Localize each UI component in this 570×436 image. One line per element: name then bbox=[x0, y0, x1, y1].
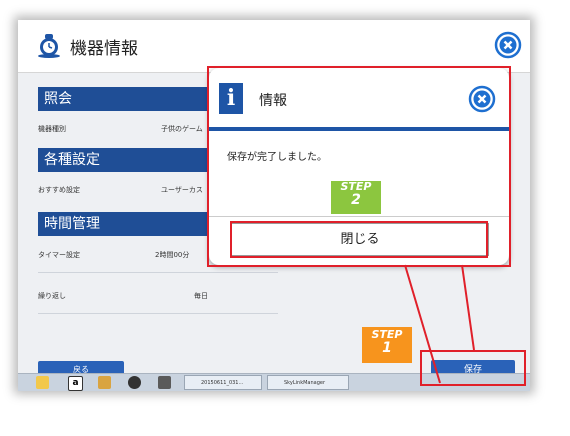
save-button-highlight-box bbox=[420, 350, 526, 386]
step1-number: 1 bbox=[382, 340, 392, 356]
step1-label: STEP bbox=[371, 328, 403, 341]
close-button-highlight-box bbox=[230, 221, 488, 258]
step2-number: 2 bbox=[351, 192, 361, 208]
step1-badge: STEP 1 bbox=[362, 327, 412, 363]
step2-badge: STEP 2 bbox=[331, 181, 381, 214]
